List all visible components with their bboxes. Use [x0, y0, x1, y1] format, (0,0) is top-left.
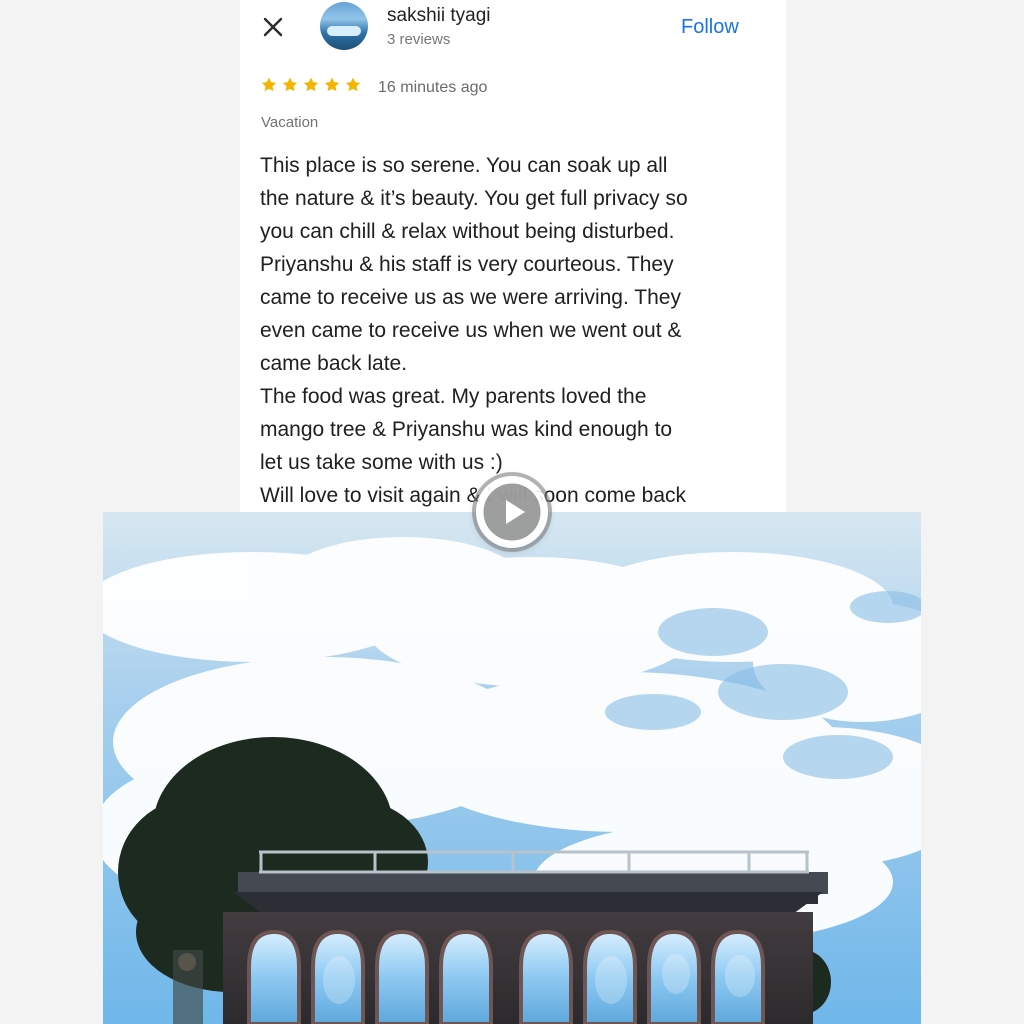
video-scene — [103, 512, 921, 1024]
star-icon — [324, 77, 340, 92]
reviewer-review-count: 3 reviews — [387, 31, 451, 48]
avatar[interactable] — [320, 2, 368, 50]
star-icon — [345, 77, 361, 92]
star-icon — [261, 77, 277, 92]
follow-button[interactable]: Follow — [681, 14, 739, 40]
play-button[interactable] — [476, 476, 548, 548]
close-button[interactable] — [256, 10, 290, 44]
star-icon — [282, 77, 298, 92]
review-text: This place is so serene. You can soak up… — [260, 154, 688, 507]
video-thumbnail[interactable] — [103, 512, 921, 1024]
trip-type: Vacation — [261, 114, 319, 131]
play-icon — [480, 480, 544, 544]
reviewer-name[interactable]: sakshii tyagi — [387, 4, 491, 28]
rating-stars — [260, 76, 362, 94]
star-icon — [303, 77, 319, 92]
review-time: 16 minutes ago — [378, 79, 488, 96]
close-icon — [263, 17, 283, 37]
